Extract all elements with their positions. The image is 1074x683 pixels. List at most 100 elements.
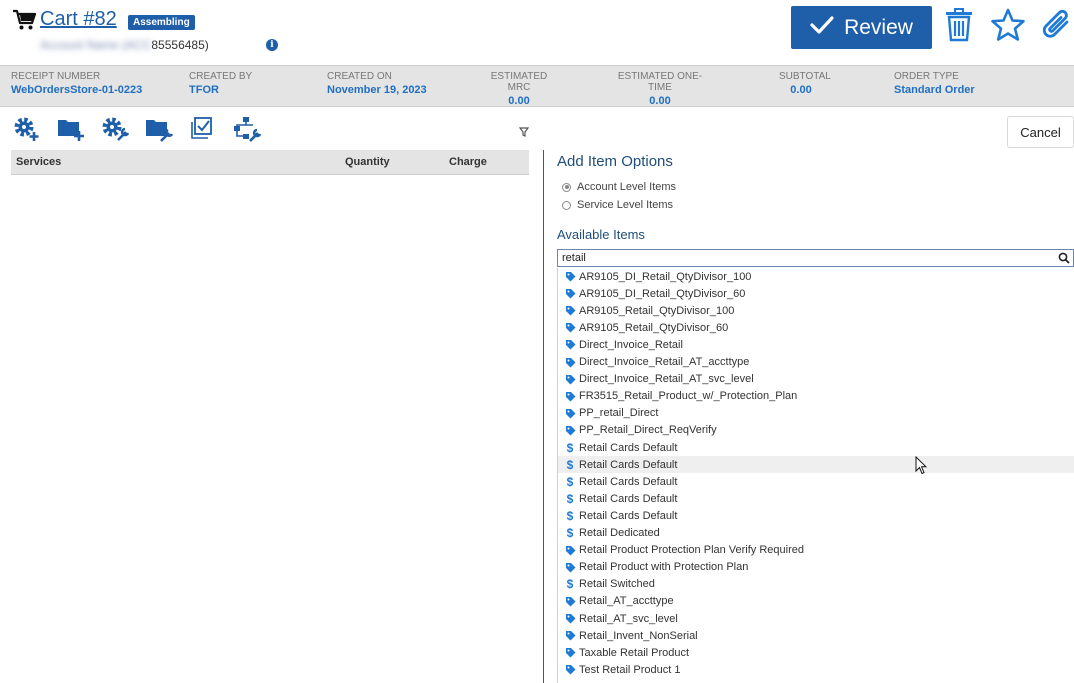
account-line: Account Name (ACC85556485) (40, 38, 209, 52)
tag-icon (563, 339, 577, 350)
created-by: CREATED BY TFOR (189, 71, 252, 96)
list-item[interactable]: $ Retail Cards Default (558, 439, 1074, 456)
radio-button[interactable] (562, 182, 571, 192)
list-item-label: Retail Cards Default (579, 475, 678, 488)
paperclip-icon[interactable] (1041, 8, 1073, 47)
add-service-icon[interactable] (12, 116, 40, 142)
list-item[interactable]: AR9105_Retail_QtyDivisor_100 (558, 302, 1074, 319)
radio-label: Account Level Items (577, 181, 677, 193)
summary-label: CREATED BY (189, 71, 253, 82)
list-item[interactable]: FR3515_Retail_Product_w/_Protection_Plan (558, 388, 1074, 405)
tag-icon (563, 271, 577, 282)
checkmark-icon (810, 15, 834, 41)
status-badge: Assembling (128, 15, 195, 30)
folder-settings-icon[interactable] (145, 116, 174, 142)
trash-icon[interactable] (945, 8, 973, 47)
list-item[interactable]: AR9105_Retail_QtyDivisor_60 (558, 319, 1074, 336)
list-item[interactable]: Taxable Retail Product (558, 644, 1074, 661)
list-item[interactable]: $ Retail Dedicated (558, 525, 1074, 542)
cancel-button[interactable]: Cancel (1007, 116, 1074, 148)
list-item-label: Retail Product Protection Plan Verify Re… (579, 544, 805, 557)
info-icon[interactable]: i (266, 39, 278, 51)
cart-title[interactable]: Cart #82 (40, 8, 117, 31)
checklist-icon[interactable] (189, 116, 217, 142)
list-item[interactable]: $ Retail Cards Default (558, 507, 1074, 524)
summary-value: 0.00 (508, 95, 530, 107)
list-item[interactable]: Test Retail Product 1 (558, 661, 1074, 678)
list-item[interactable]: Retail_Invent_NonSerial (558, 627, 1074, 644)
list-item-label: Retail_Invent_NonSerial (579, 629, 698, 642)
list-item-label: Retail_AT_svc_level (579, 612, 678, 625)
column-header-services[interactable]: Services (16, 156, 61, 168)
tag-icon (563, 391, 577, 402)
estimated-mrc: ESTIMATED MRC 0.00 (483, 71, 555, 107)
summary-label: ESTIMATED MRC (490, 71, 548, 93)
radio-service-level-items[interactable]: Service Level Items (562, 199, 673, 211)
list-item[interactable]: $ Retail Cards Default (558, 490, 1074, 507)
list-item[interactable]: $ Retail Cards Default (558, 473, 1074, 490)
account-name-blurred: Account Name (ACC (40, 38, 152, 52)
tag-icon (563, 305, 577, 316)
add-folder-icon[interactable] (57, 116, 85, 142)
list-item-label: AR9105_DI_Retail_QtyDivisor_100 (579, 270, 752, 283)
tag-icon (563, 374, 577, 385)
add-item-options-title: Add Item Options (557, 153, 673, 170)
tag-icon (563, 562, 577, 573)
review-button[interactable]: Review (791, 6, 932, 49)
review-button-label: Review (844, 15, 913, 39)
order-type: ORDER TYPE Standard Order (894, 71, 975, 96)
column-header-charge[interactable]: Charge (449, 156, 487, 168)
list-item[interactable]: PP_retail_Direct (558, 405, 1074, 422)
list-item-label: Retail Product with Protection Plan (579, 561, 749, 574)
list-item[interactable]: AR9105_DI_Retail_QtyDivisor_100 (558, 268, 1074, 285)
radio-account-level-items[interactable]: Account Level Items (562, 181, 676, 193)
available-items-search-input[interactable]: retail (557, 249, 1074, 267)
summary-value: Standard Order (894, 84, 975, 96)
list-item[interactable]: $ Retail Switched (558, 576, 1074, 593)
list-item-label: Retail Cards Default (579, 492, 678, 505)
tag-icon (563, 596, 577, 607)
list-item[interactable]: Retail_AT_accttype (558, 593, 1074, 610)
list-item[interactable]: AR9105_DI_Retail_QtyDivisor_60 (558, 285, 1074, 302)
summary-value: 0.00 (790, 84, 812, 96)
order-summary-bar: RECEIPT NUMBER WebOrdersStore-01-0223 CR… (0, 65, 1074, 107)
shopping-cart-icon (12, 9, 37, 36)
tag-icon (563, 357, 577, 368)
dollar-icon: $ (566, 526, 574, 540)
receipt-number: RECEIPT NUMBER WebOrdersStore-01-0223 (11, 71, 142, 96)
tag-icon (563, 545, 577, 556)
list-item[interactable]: Direct_Invoice_Retail_AT_accttype (558, 354, 1074, 371)
list-item-label: Test Retail Product 1 (579, 663, 681, 676)
list-item[interactable]: PP_Retail_Direct_ReqVerify (558, 422, 1074, 439)
search-icon[interactable] (1058, 251, 1070, 269)
list-item[interactable]: Direct_Invoice_Retail (558, 336, 1074, 353)
radio-label: Service Level Items (577, 199, 673, 211)
radio-button[interactable] (562, 200, 571, 210)
estimated-one-time: ESTIMATED ONE-TIME 0.00 (612, 71, 708, 107)
dollar-icon: $ (566, 440, 574, 455)
list-item[interactable]: Direct_Invoice_Retail_AT_svc_level (558, 371, 1074, 388)
list-item[interactable]: Retail Product Protection Plan Verify Re… (558, 542, 1074, 559)
column-header-quantity[interactable]: Quantity (345, 156, 390, 168)
summary-label: ORDER TYPE (894, 71, 959, 82)
list-item-label: Retail Cards Default (579, 441, 678, 454)
dollar-icon: $ (566, 474, 574, 489)
tag-icon (563, 647, 577, 658)
filter-icon[interactable] (518, 124, 530, 142)
summary-label: RECEIPT NUMBER (11, 71, 101, 82)
list-item-label: AR9105_DI_Retail_QtyDivisor_60 (579, 287, 746, 300)
list-item-label: AR9105_Retail_QtyDivisor_60 (579, 321, 729, 334)
list-item[interactable]: Retail_AT_svc_level (558, 610, 1074, 627)
available-items-title: Available Items (557, 227, 645, 242)
list-item-label: Retail Switched (579, 578, 655, 591)
hierarchy-settings-icon[interactable] (233, 116, 262, 142)
list-item[interactable]: $ Retail Cards Default (558, 456, 1074, 474)
tag-icon (563, 425, 577, 436)
summary-value: 0.00 (649, 95, 671, 107)
summary-value: TFOR (189, 84, 219, 96)
list-item-label: FR3515_Retail_Product_w/_Protection_Plan (579, 390, 798, 403)
summary-value: November 19, 2023 (327, 84, 427, 96)
star-icon[interactable] (990, 8, 1026, 47)
list-item[interactable]: Retail Product with Protection Plan (558, 559, 1074, 576)
configure-services-icon[interactable] (101, 116, 130, 142)
